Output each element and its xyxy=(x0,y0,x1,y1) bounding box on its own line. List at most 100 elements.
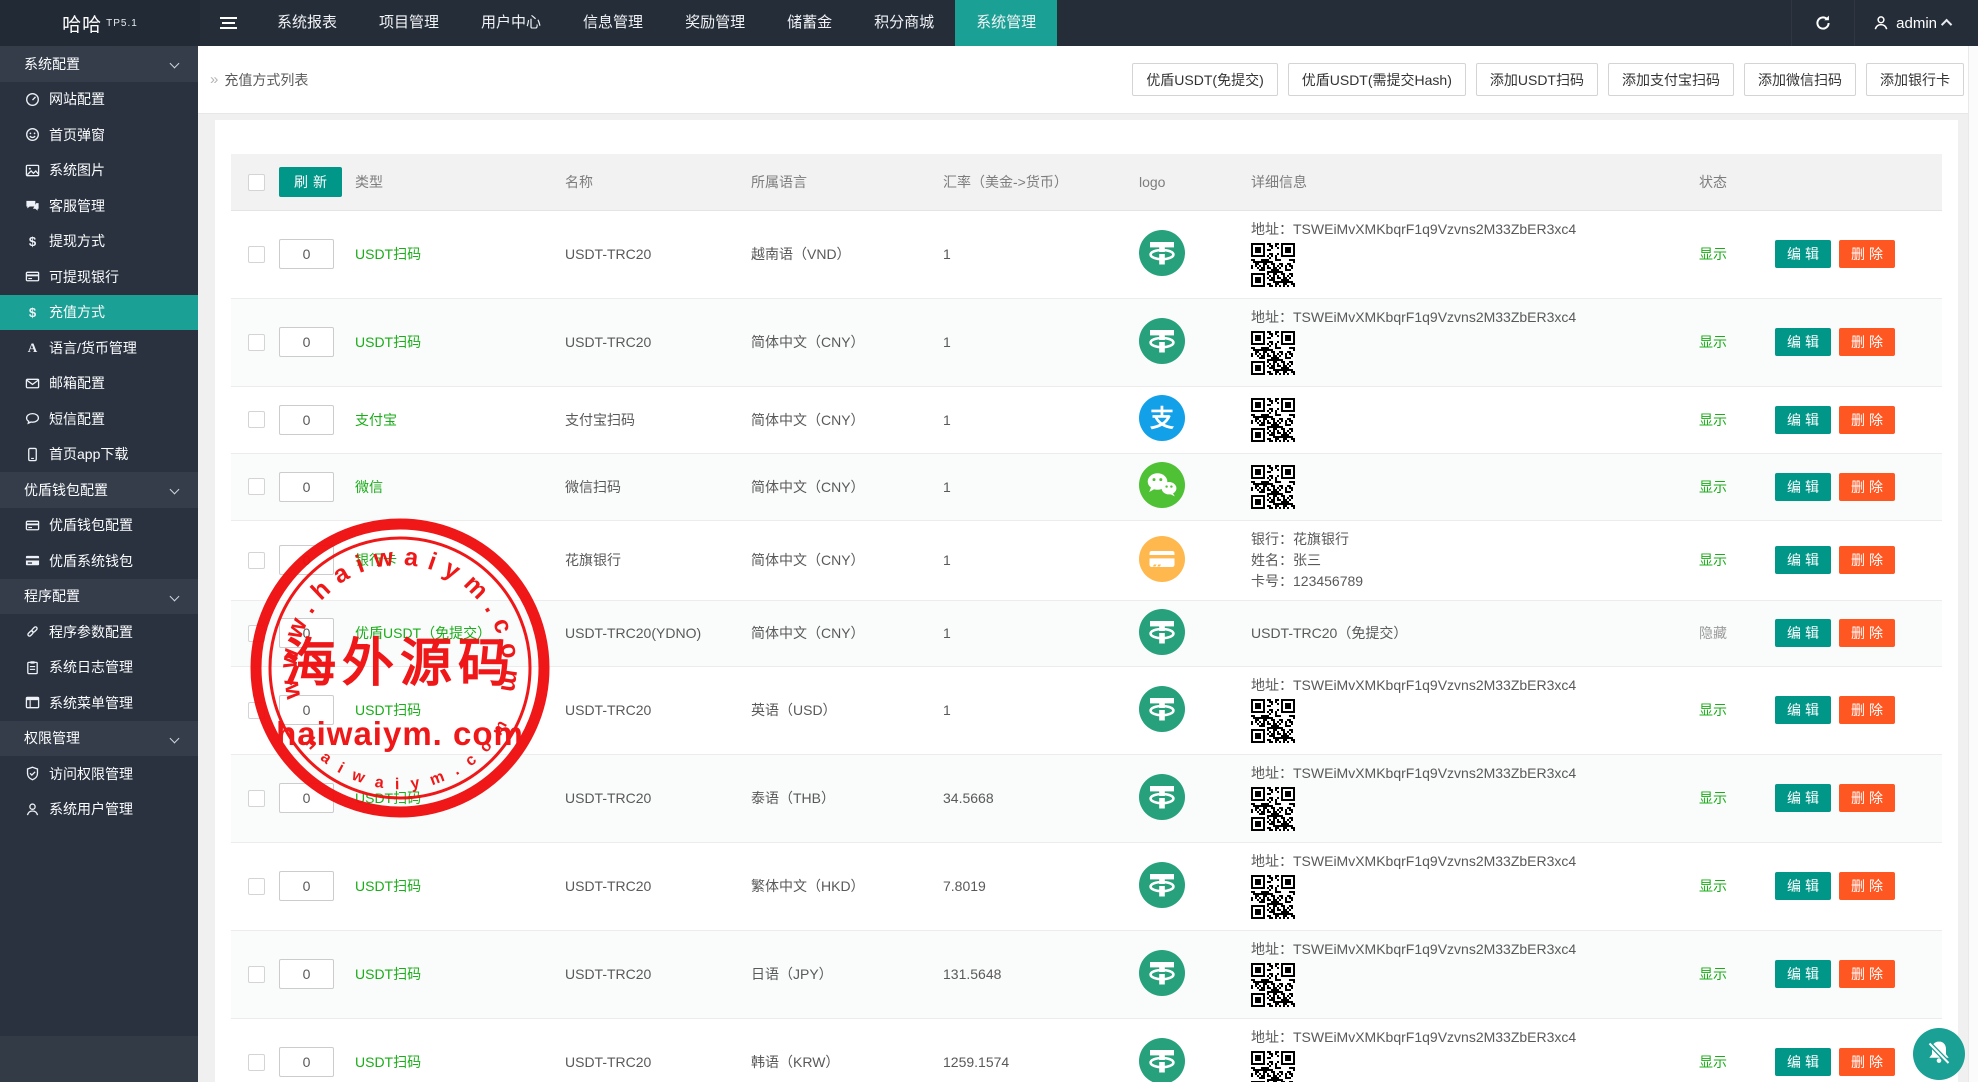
row-checkbox[interactable] xyxy=(248,334,265,351)
edit-button[interactable]: 编辑 xyxy=(1775,872,1831,900)
edit-button[interactable]: 编辑 xyxy=(1775,406,1831,434)
edit-button[interactable]: 编辑 xyxy=(1775,240,1831,268)
sort-order-input[interactable] xyxy=(279,239,334,269)
sidebar-item[interactable]: 系统用户管理 xyxy=(0,792,198,828)
notification-mute-button[interactable] xyxy=(1913,1028,1965,1080)
payment-type-link[interactable]: 微信 xyxy=(355,479,383,495)
nav-item-6[interactable]: 储蓄金 xyxy=(766,0,853,46)
sidebar-item[interactable]: 客服管理 xyxy=(0,188,198,224)
status-badge[interactable]: 显示 xyxy=(1699,334,1727,350)
status-badge[interactable]: 显示 xyxy=(1699,552,1727,568)
edit-button[interactable]: 编辑 xyxy=(1775,960,1831,988)
toolbar-button-5[interactable]: 添加微信扫码 xyxy=(1744,63,1856,96)
sidebar-item[interactable]: 邮箱配置 xyxy=(0,366,198,402)
sort-order-input[interactable] xyxy=(279,327,334,357)
delete-button[interactable]: 删除 xyxy=(1839,546,1895,574)
delete-button[interactable]: 删除 xyxy=(1839,696,1895,724)
page-scrollbar[interactable] xyxy=(1968,46,1978,1082)
delete-button[interactable]: 删除 xyxy=(1839,240,1895,268)
sidebar-item[interactable]: 短信配置 xyxy=(0,401,198,437)
status-badge[interactable]: 显示 xyxy=(1699,1054,1727,1070)
sidebar-item[interactable]: 优盾系统钱包 xyxy=(0,543,198,579)
toolbar-button-1[interactable]: 优盾USDT(免提交) xyxy=(1132,63,1277,96)
status-badge[interactable]: 显示 xyxy=(1699,790,1727,806)
edit-button[interactable]: 编辑 xyxy=(1775,1048,1831,1076)
status-badge[interactable]: 显示 xyxy=(1699,479,1727,495)
sidebar-item[interactable]: 系统菜单管理 xyxy=(0,685,198,721)
nav-item-8[interactable]: 系统管理 xyxy=(955,0,1057,46)
edit-button[interactable]: 编辑 xyxy=(1775,473,1831,501)
nav-item-7[interactable]: 积分商城 xyxy=(853,0,955,46)
toolbar-button-4[interactable]: 添加支付宝扫码 xyxy=(1608,63,1734,96)
user-menu[interactable]: admin xyxy=(1855,0,1978,46)
sidebar-section-header[interactable]: 优盾钱包配置 xyxy=(0,472,198,508)
sidebar-item[interactable]: 系统图片 xyxy=(0,153,198,189)
delete-button[interactable]: 删除 xyxy=(1839,473,1895,501)
status-badge[interactable]: 显示 xyxy=(1699,878,1727,894)
row-checkbox[interactable] xyxy=(248,878,265,895)
sidebar-item[interactable]: A语言/货币管理 xyxy=(0,330,198,366)
toolbar-button-2[interactable]: 优盾USDT(需提交Hash) xyxy=(1288,63,1466,96)
delete-button[interactable]: 删除 xyxy=(1839,328,1895,356)
sidebar-item[interactable]: $提现方式 xyxy=(0,224,198,260)
select-all-checkbox[interactable] xyxy=(248,174,265,191)
sort-order-input[interactable] xyxy=(279,871,334,901)
payment-type-link[interactable]: 支付宝 xyxy=(355,412,397,428)
sort-order-input[interactable] xyxy=(279,618,334,648)
delete-button[interactable]: 删除 xyxy=(1839,960,1895,988)
status-badge[interactable]: 显示 xyxy=(1699,246,1727,262)
sidebar-item[interactable]: 首页app下载 xyxy=(0,437,198,473)
toolbar-button-6[interactable]: 添加银行卡 xyxy=(1866,63,1964,96)
sidebar-item[interactable]: 访问权限管理 xyxy=(0,756,198,792)
nav-item-4[interactable]: 信息管理 xyxy=(562,0,664,46)
row-checkbox[interactable] xyxy=(248,790,265,807)
payment-type-link[interactable]: 银行卡 xyxy=(355,552,397,568)
row-checkbox[interactable] xyxy=(248,478,265,495)
payment-type-link[interactable]: USDT扫码 xyxy=(355,702,421,718)
sidebar-item[interactable]: 首页弹窗 xyxy=(0,117,198,153)
sidebar-section-header[interactable]: 程序配置 xyxy=(0,579,198,615)
row-checkbox[interactable] xyxy=(248,246,265,263)
payment-type-link[interactable]: USDT扫码 xyxy=(355,1054,421,1070)
status-badge[interactable]: 显示 xyxy=(1699,412,1727,428)
sort-order-input[interactable] xyxy=(279,959,334,989)
menu-toggle-icon[interactable] xyxy=(200,0,256,46)
payment-type-link[interactable]: USDT扫码 xyxy=(355,966,421,982)
sort-order-input[interactable] xyxy=(279,472,334,502)
row-checkbox[interactable] xyxy=(248,1054,265,1071)
sidebar-item[interactable]: 网站配置 xyxy=(0,82,198,118)
row-checkbox[interactable] xyxy=(248,702,265,719)
delete-button[interactable]: 删除 xyxy=(1839,784,1895,812)
nav-item-2[interactable]: 项目管理 xyxy=(358,0,460,46)
status-badge[interactable]: 显示 xyxy=(1699,702,1727,718)
nav-item-5[interactable]: 奖励管理 xyxy=(664,0,766,46)
sort-order-input[interactable] xyxy=(279,545,334,575)
delete-button[interactable]: 删除 xyxy=(1839,872,1895,900)
edit-button[interactable]: 编辑 xyxy=(1775,696,1831,724)
refresh-icon[interactable] xyxy=(1791,0,1855,46)
edit-button[interactable]: 编辑 xyxy=(1775,328,1831,356)
toolbar-button-3[interactable]: 添加USDT扫码 xyxy=(1476,63,1598,96)
sidebar-item[interactable]: 优盾钱包配置 xyxy=(0,508,198,544)
row-checkbox[interactable] xyxy=(248,411,265,428)
sort-order-input[interactable] xyxy=(279,405,334,435)
nav-item-3[interactable]: 用户中心 xyxy=(460,0,562,46)
row-checkbox[interactable] xyxy=(248,966,265,983)
sort-order-input[interactable] xyxy=(279,695,334,725)
edit-button[interactable]: 编辑 xyxy=(1775,546,1831,574)
payment-type-link[interactable]: USDT扫码 xyxy=(355,790,421,806)
delete-button[interactable]: 删除 xyxy=(1839,619,1895,647)
sidebar-section-header[interactable]: 权限管理 xyxy=(0,721,198,757)
sort-order-input[interactable] xyxy=(279,1047,334,1077)
edit-button[interactable]: 编辑 xyxy=(1775,784,1831,812)
sidebar-item[interactable]: 可提现银行 xyxy=(0,259,198,295)
delete-button[interactable]: 删除 xyxy=(1839,1048,1895,1076)
delete-button[interactable]: 删除 xyxy=(1839,406,1895,434)
row-checkbox[interactable] xyxy=(248,625,265,642)
refresh-button[interactable]: 刷新 xyxy=(279,167,342,197)
sidebar-item[interactable]: 系统日志管理 xyxy=(0,650,198,686)
sidebar-item[interactable]: 程序参数配置 xyxy=(0,614,198,650)
row-checkbox[interactable] xyxy=(248,552,265,569)
payment-type-link[interactable]: 优盾USDT（免提交） xyxy=(355,625,491,641)
edit-button[interactable]: 编辑 xyxy=(1775,619,1831,647)
